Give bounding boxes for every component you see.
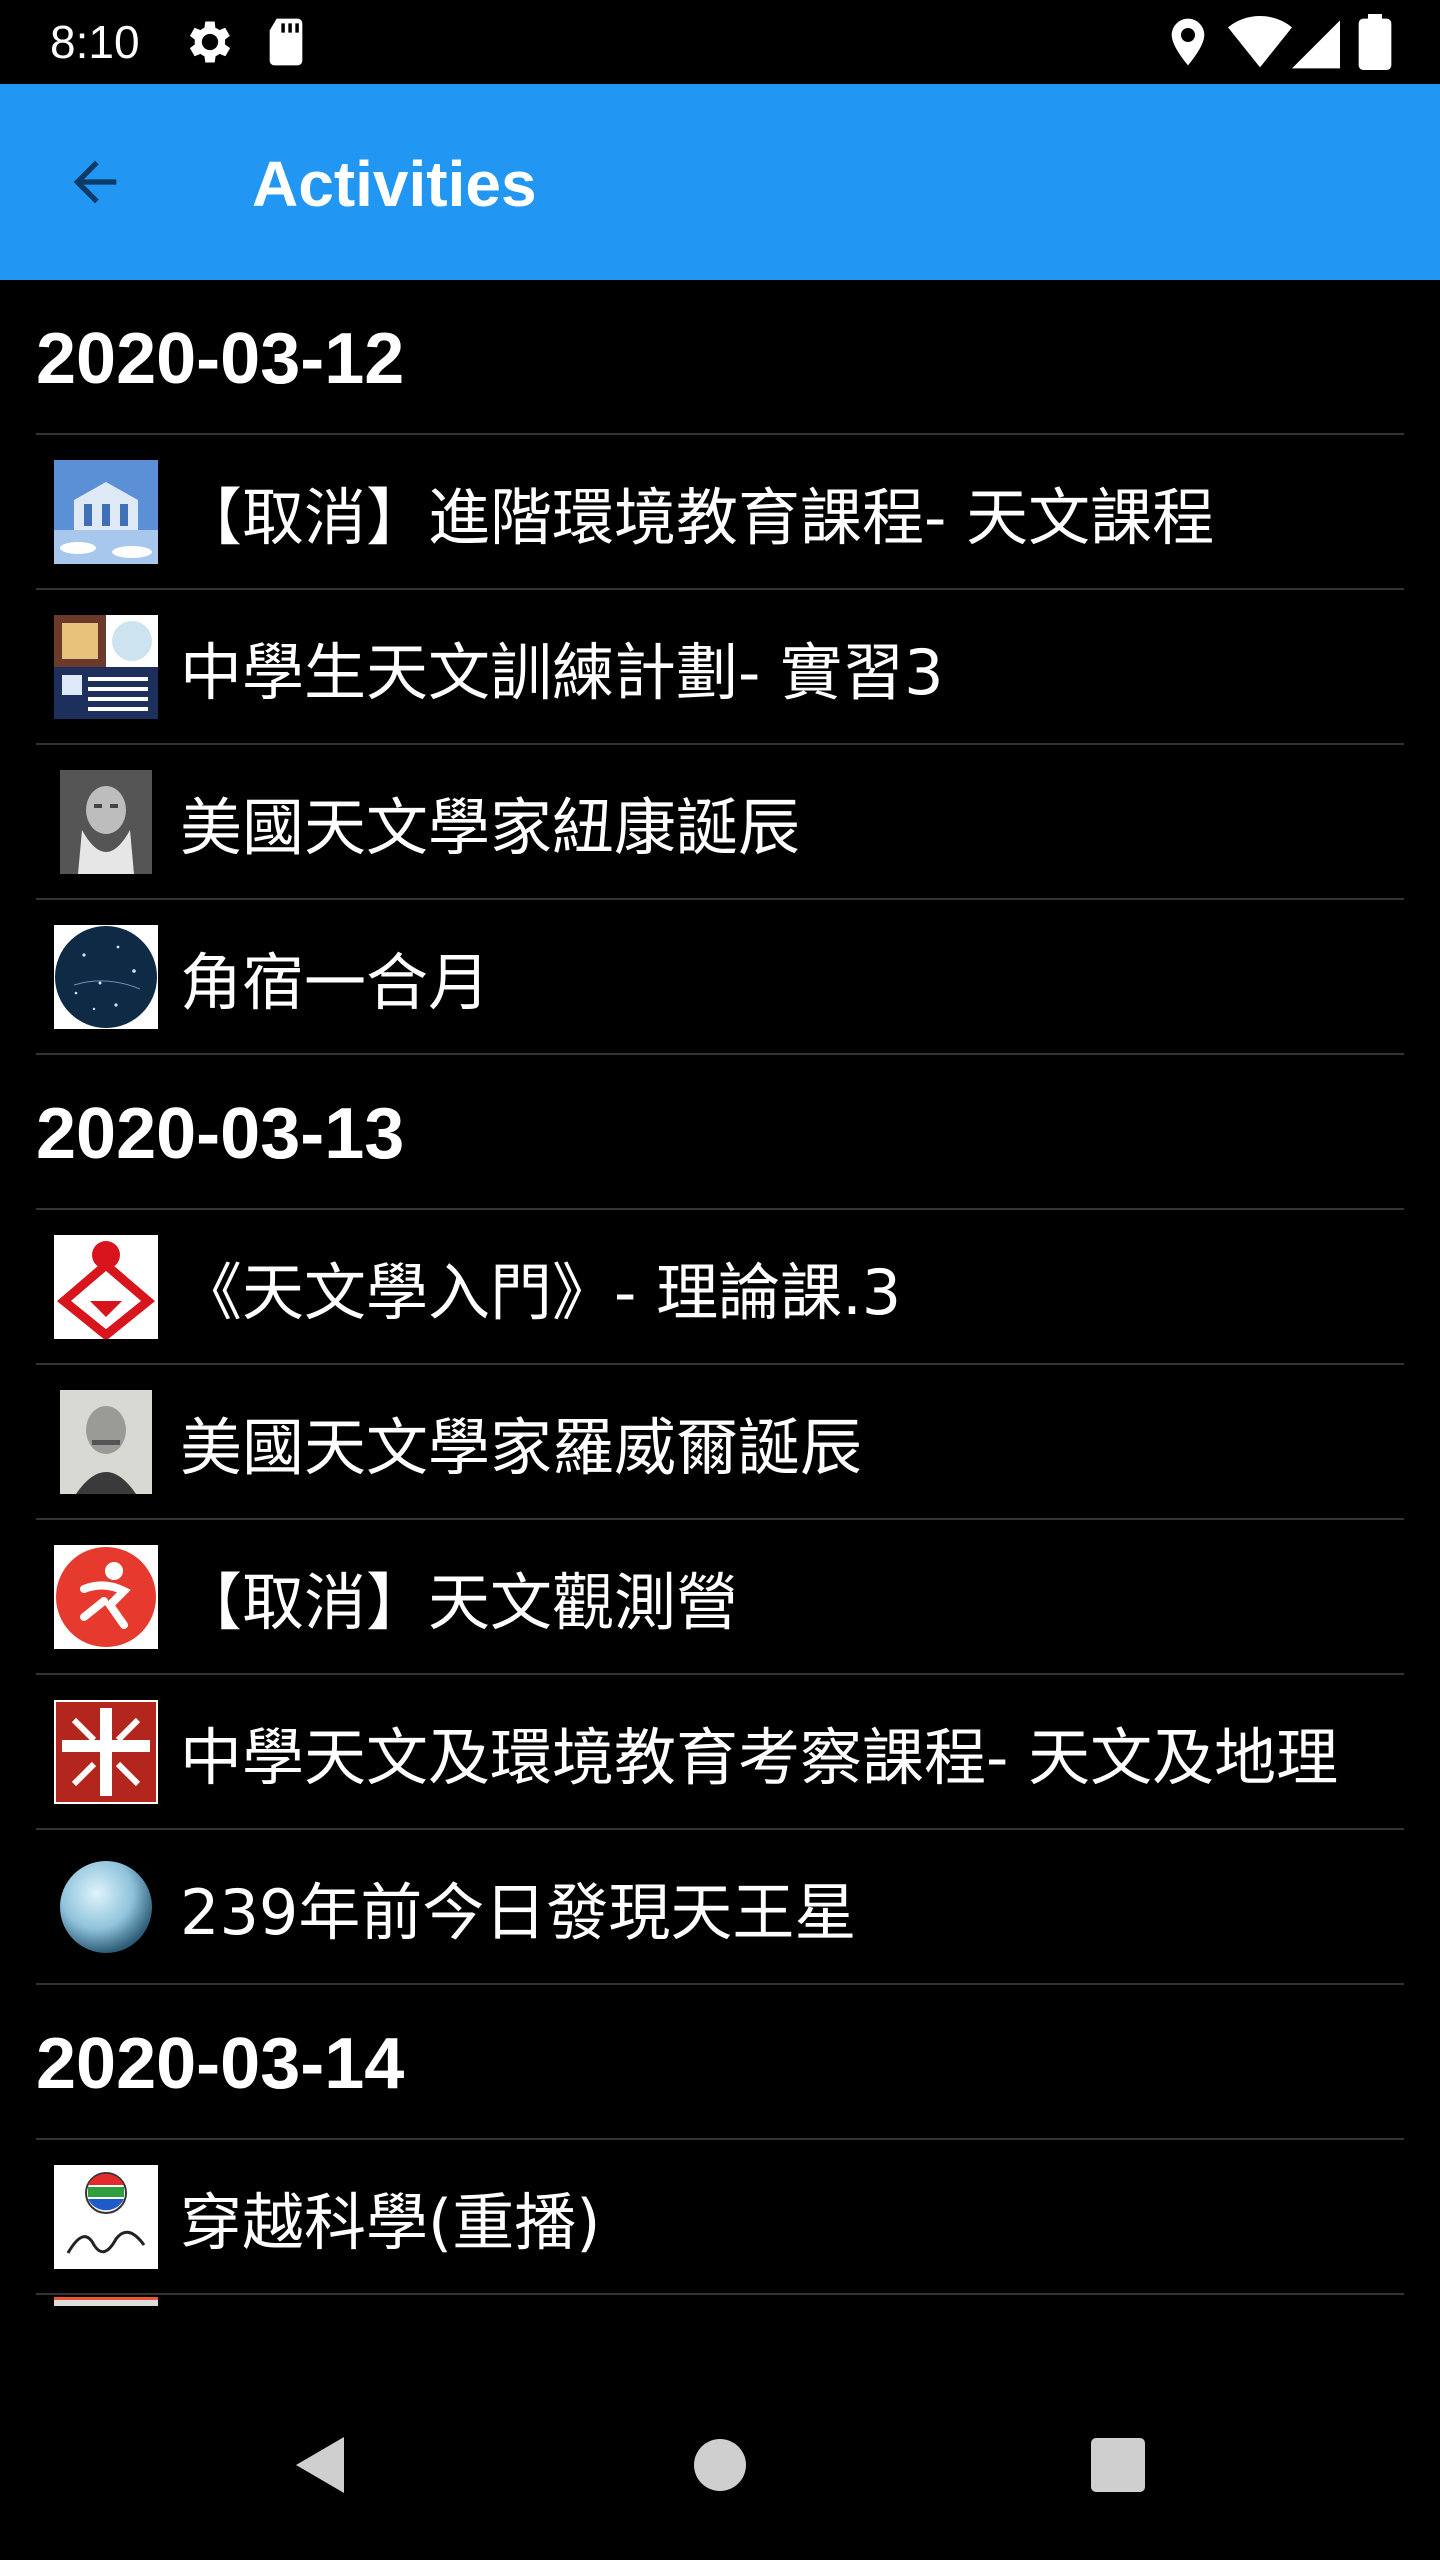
runner-logo-icon bbox=[54, 1544, 158, 1649]
nav-recents-icon bbox=[1091, 2438, 1145, 2492]
status-time: 8:10 bbox=[50, 16, 140, 68]
list-item[interactable]: 穿越科學(重播) bbox=[36, 2140, 1404, 2295]
item-title: 《天文學入門》- 理論課.3 bbox=[180, 1255, 902, 1329]
planet-icon bbox=[54, 1854, 158, 1959]
section-date: 2020-03-12 bbox=[36, 318, 405, 399]
portrait-icon bbox=[54, 1389, 158, 1494]
thumbnail-icon bbox=[54, 2297, 158, 2306]
list-item[interactable]: 角宿一合月 bbox=[36, 900, 1404, 1055]
signal-icon bbox=[1292, 14, 1340, 70]
nav-home-button[interactable] bbox=[670, 2415, 770, 2515]
list-item-partial[interactable] bbox=[36, 2295, 1404, 2325]
app-bar: Activities bbox=[0, 84, 1440, 280]
nav-recents-button[interactable] bbox=[1068, 2415, 1168, 2515]
item-title: 角宿一合月 bbox=[180, 945, 491, 1019]
red-diamond-logo-icon bbox=[54, 1234, 158, 1339]
page-title: Activities bbox=[252, 148, 537, 220]
item-title: 【取消】天文觀測營 bbox=[180, 1565, 739, 1639]
item-title: 中學生天文訓練計劃- 實習3 bbox=[180, 635, 944, 709]
list-item[interactable]: 239年前今日發現天王星 bbox=[36, 1830, 1404, 1985]
list-item[interactable]: 中學天文及環境教育考察課程- 天文及地理 bbox=[36, 1675, 1404, 1830]
list-item[interactable]: 中學生天文訓練計劃- 實習3 bbox=[36, 590, 1404, 745]
nav-home-icon bbox=[694, 2439, 746, 2491]
status-bar: 8:10 bbox=[0, 0, 1440, 84]
gear-icon bbox=[182, 14, 238, 70]
activity-list[interactable]: 2020-03-12 【取消】進階環境教育課程- 天文課程 中學生天文訓練計劃-… bbox=[0, 280, 1440, 2360]
cross-logo-icon bbox=[54, 1699, 158, 1804]
list-item[interactable]: 美國天文學家紐康誕辰 bbox=[36, 745, 1404, 900]
system-nav-bar bbox=[0, 2360, 1440, 2560]
list-item[interactable]: 【取消】進階環境教育課程- 天文課程 bbox=[36, 435, 1404, 590]
section-date: 2020-03-13 bbox=[36, 1093, 405, 1174]
item-title: 美國天文學家紐康誕辰 bbox=[180, 790, 801, 864]
star-map-icon bbox=[54, 924, 158, 1029]
section-date: 2020-03-14 bbox=[36, 2023, 405, 2104]
arrow-back-icon bbox=[73, 160, 117, 204]
pearl-logo-icon bbox=[54, 2164, 158, 2269]
item-title: 【取消】進階環境教育課程- 天文課程 bbox=[180, 480, 1215, 554]
back-button[interactable] bbox=[40, 132, 150, 232]
list-item[interactable]: 美國天文學家羅威爾誕辰 bbox=[36, 1365, 1404, 1520]
item-title: 穿越科學(重播) bbox=[180, 2185, 601, 2259]
nav-back-icon bbox=[296, 2437, 344, 2493]
date-header: 2020-03-14 bbox=[36, 1985, 1404, 2140]
item-title: 中學天文及環境教育考察課程- 天文及地理 bbox=[180, 1720, 1339, 1794]
list-item[interactable]: 《天文學入門》- 理論課.3 bbox=[36, 1210, 1404, 1365]
date-header: 2020-03-12 bbox=[36, 280, 1404, 435]
item-title: 美國天文學家羅威爾誕辰 bbox=[180, 1410, 863, 1484]
sd-card-icon bbox=[258, 14, 314, 70]
wifi-icon bbox=[1228, 14, 1292, 70]
nav-back-button[interactable] bbox=[270, 2415, 370, 2515]
building-logo-icon bbox=[54, 459, 158, 564]
date-header: 2020-03-13 bbox=[36, 1055, 1404, 1210]
location-icon bbox=[1160, 14, 1216, 70]
battery-icon bbox=[1358, 14, 1392, 70]
item-title: 239年前今日發現天王星 bbox=[180, 1875, 857, 1949]
portrait-icon bbox=[54, 769, 158, 874]
list-item[interactable]: 【取消】天文觀測營 bbox=[36, 1520, 1404, 1675]
hkas-logo-icon bbox=[54, 614, 158, 719]
